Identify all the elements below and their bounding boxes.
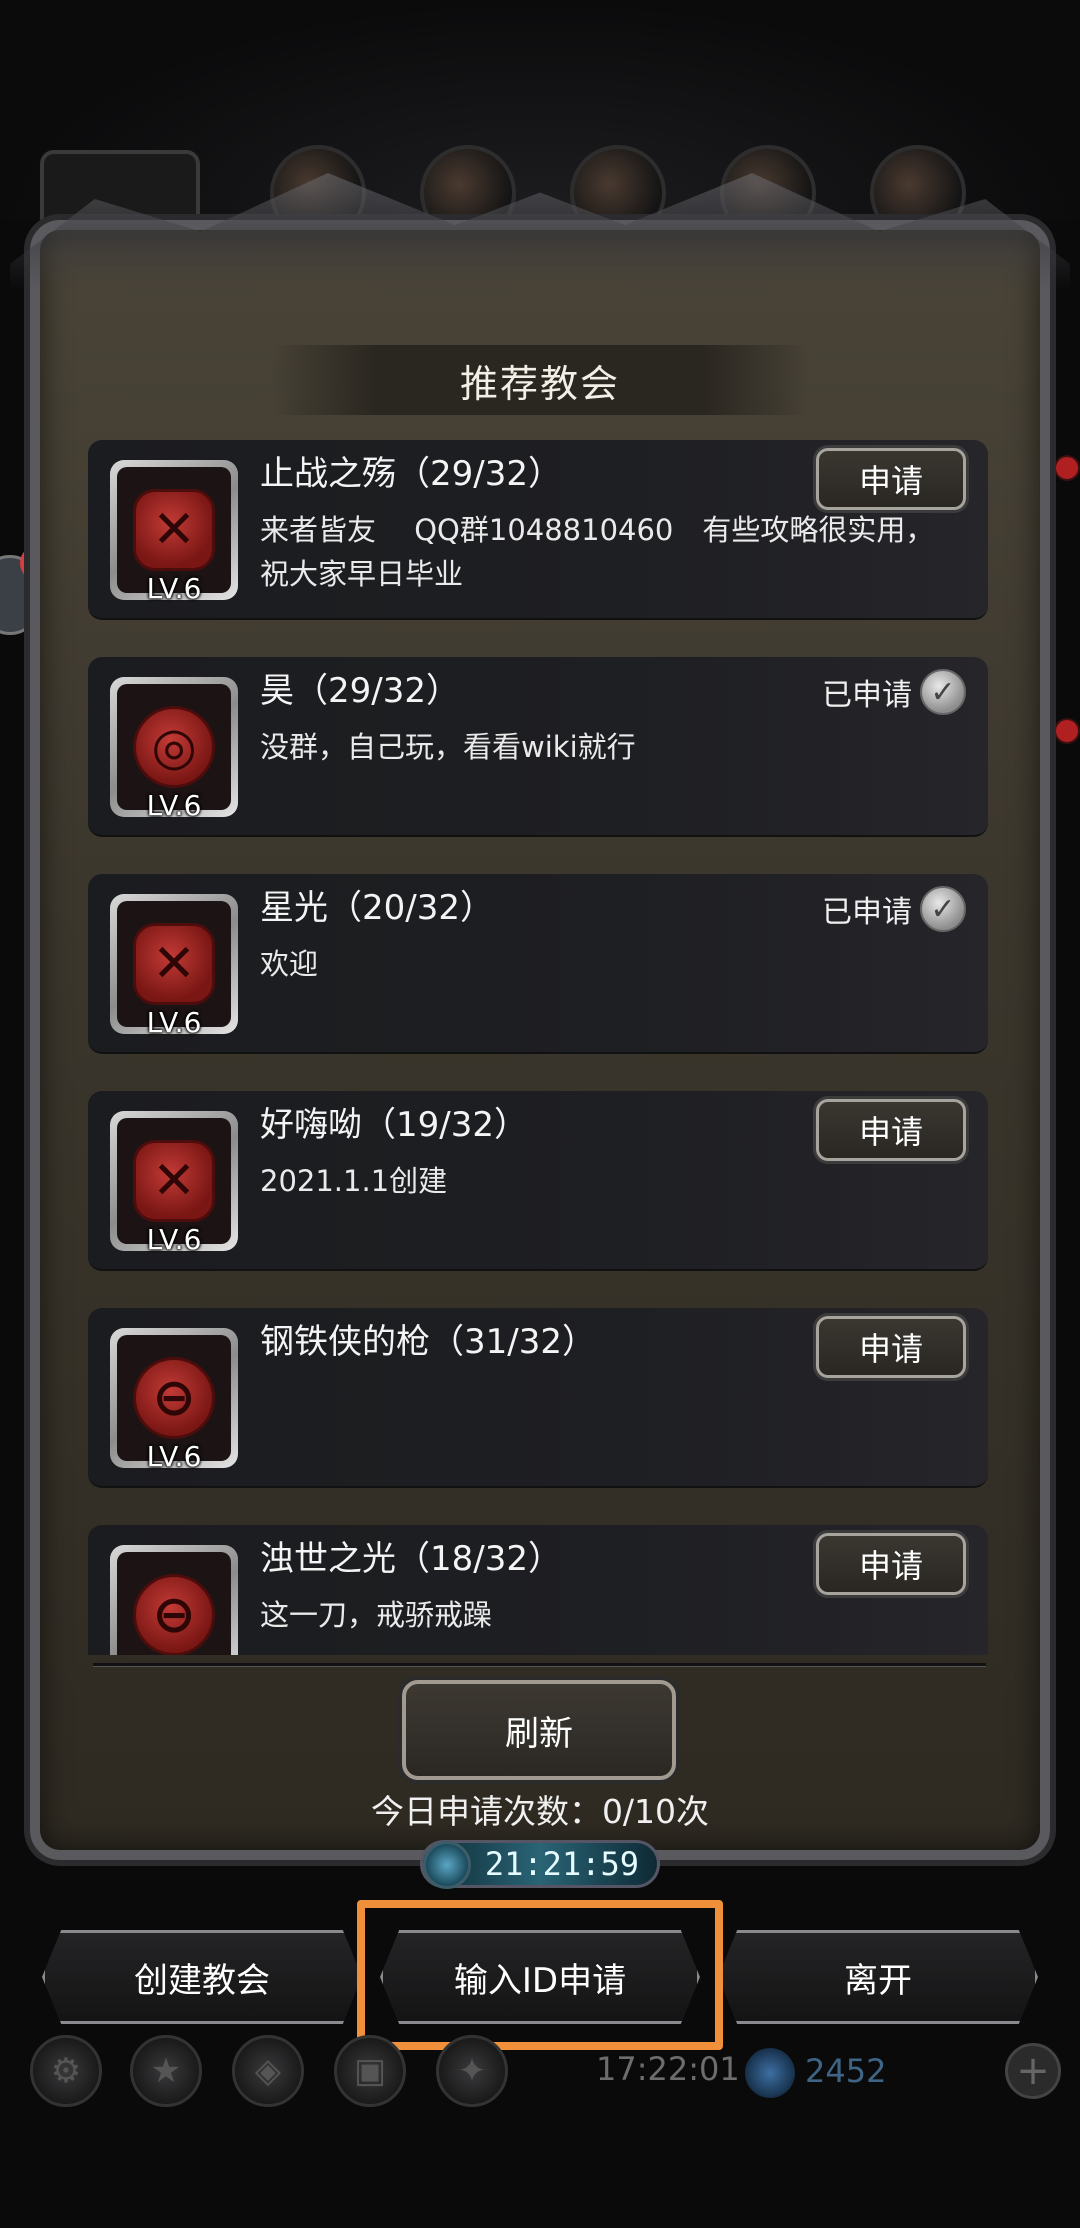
guild-name: 钢铁侠的枪（31/32） — [260, 1322, 596, 1362]
daily-apply-count: 今日申请次数：0/10次 — [370, 1792, 710, 1831]
star-icon[interactable]: ★ — [130, 2035, 202, 2107]
apply-button[interactable]: 申请 — [816, 1316, 966, 1378]
ornate-seal-icon: ◎ — [133, 706, 215, 788]
settings-icon[interactable]: ⚙ — [30, 2035, 102, 2107]
list-divider — [93, 1663, 986, 1667]
applied-label: 已申请 — [822, 895, 912, 930]
guild-level: LV.6 — [146, 572, 202, 605]
guild-level: LV.6 — [146, 1223, 202, 1256]
guild-list[interactable]: ✕ LV.6 止战之殇（29/32） 来者皆友 QQ群1048810460 有些… — [88, 440, 988, 1655]
apply-button[interactable]: 申请 — [816, 1099, 966, 1161]
guild-name: 星光（20/32） — [260, 888, 494, 928]
gem-icon — [745, 2048, 795, 2098]
red-dot-icon — [1054, 455, 1080, 481]
page-title: 推荐教会 — [459, 361, 620, 406]
round-seal-icon: ⊖ — [133, 1574, 215, 1655]
guild-description: 这一刀，戒骄戒躁 — [260, 1598, 493, 1632]
check-icon: ✓ — [920, 886, 966, 932]
guild-level: LV.6 — [146, 1440, 202, 1473]
shield-icon[interactable]: ◈ — [232, 2035, 304, 2107]
leave-button[interactable]: 离开 — [718, 1930, 1038, 2024]
apply-button[interactable]: 申请 — [816, 448, 966, 510]
guild-card[interactable]: ✕ LV.6 止战之殇（29/32） 来者皆友 QQ群1048810460 有些… — [88, 440, 988, 620]
highlight-box — [357, 1900, 723, 2050]
card-icon[interactable]: ▣ — [334, 2035, 406, 2107]
clock-text: 17:22:01 — [596, 2050, 740, 2088]
timer-value: 21:21:59 — [484, 1845, 639, 1883]
refresh-button[interactable]: 刷新 — [402, 1680, 676, 1780]
guild-card[interactable]: ✕ LV.6 星光（20/32） 欢迎 已申请 ✓ — [88, 874, 988, 1054]
crossed-swords-icon: ✕ — [133, 489, 215, 571]
gem-count: 2452 — [805, 2052, 887, 2090]
guild-description: 来者皆友 QQ群1048810460 有些攻略很实用，祝大家早日毕业 — [260, 513, 935, 591]
clock-icon — [423, 1841, 471, 1889]
guild-description: 2021.1.1创建 — [260, 1164, 448, 1198]
check-icon: ✓ — [920, 669, 966, 715]
guild-name: 好嗨呦（19/32） — [260, 1105, 528, 1145]
guild-description: 欢迎 — [260, 947, 319, 981]
guild-card[interactable]: ◎ LV.6 昊（29/32） 没群，自己玩，看看wiki就行 已申请 ✓ — [88, 657, 988, 837]
countdown-timer: 21:21:59 — [420, 1840, 660, 1889]
guild-level: LV.6 — [146, 789, 202, 822]
applied-label: 已申请 — [822, 678, 912, 713]
guild-card[interactable]: ⊖ LV.6 钢铁侠的枪（31/32） 申请 — [88, 1308, 988, 1488]
guild-description: 没群，自己玩，看看wiki就行 — [260, 730, 636, 764]
crossed-swords-icon: ✕ — [133, 1140, 215, 1222]
guild-name: 止战之殇（29/32） — [260, 454, 562, 494]
guild-card[interactable]: ✕ LV.6 好嗨呦（19/32） 2021.1.1创建 申请 — [88, 1091, 988, 1271]
guild-level: LV.6 — [146, 1006, 202, 1039]
guild-name: 昊（29/32） — [260, 671, 460, 711]
round-seal-icon: ⊖ — [133, 1357, 215, 1439]
guild-emblem: ⊖ — [110, 1545, 238, 1655]
applied-status: 已申请 ✓ — [822, 667, 966, 717]
crossed-swords-icon: ✕ — [133, 923, 215, 1005]
red-dot-icon — [1054, 718, 1080, 744]
apply-button[interactable]: 申请 — [816, 1533, 966, 1595]
plus-icon[interactable]: + — [1005, 2043, 1061, 2099]
guild-card[interactable]: ⊖ 浊世之光（18/32） 这一刀，戒骄戒躁 申请 — [88, 1525, 988, 1655]
create-guild-button[interactable]: 创建教会 — [42, 1930, 362, 2024]
guild-name: 浊世之光（18/32） — [260, 1539, 562, 1579]
emblem-icon[interactable]: ✦ — [436, 2035, 508, 2107]
applied-status: 已申请 ✓ — [822, 884, 966, 934]
